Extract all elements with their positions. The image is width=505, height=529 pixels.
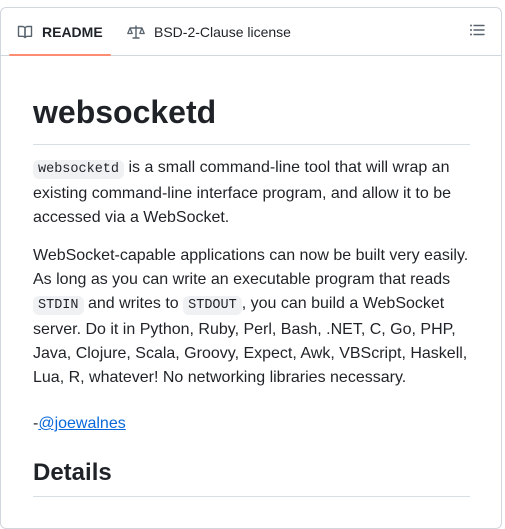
book-icon xyxy=(17,24,33,40)
readme-title: websocketd xyxy=(33,92,470,145)
inline-code-stdin: STDIN xyxy=(33,296,84,315)
details-heading: Details xyxy=(33,458,470,497)
description-paragraph: WebSocket-capable applications can now b… xyxy=(33,244,470,390)
description-text-1: WebSocket-capable applications can now b… xyxy=(33,247,469,288)
readme-panel: README BSD-2-Clause license websocketd w… xyxy=(0,7,502,529)
readme-tab-bar: README BSD-2-Clause license xyxy=(1,8,501,56)
tab-license-label: BSD-2-Clause license xyxy=(154,23,291,40)
inline-code-stdout: STDOUT xyxy=(183,296,242,315)
inline-code-websocketd: websocketd xyxy=(33,160,125,179)
author-link[interactable]: @joewalnes xyxy=(38,415,125,432)
description-text-2: and writes to xyxy=(83,295,184,312)
list-unordered-icon xyxy=(469,22,485,43)
tab-license[interactable]: BSD-2-Clause license xyxy=(119,8,299,55)
tab-readme[interactable]: README xyxy=(9,8,111,56)
tab-readme-label: README xyxy=(42,23,103,40)
law-scale-icon xyxy=(127,24,145,40)
signature-paragraph: -@joewalnes xyxy=(33,412,470,436)
intro-paragraph: websocketd is a small command-line tool … xyxy=(33,156,470,230)
outline-button[interactable] xyxy=(461,19,493,45)
